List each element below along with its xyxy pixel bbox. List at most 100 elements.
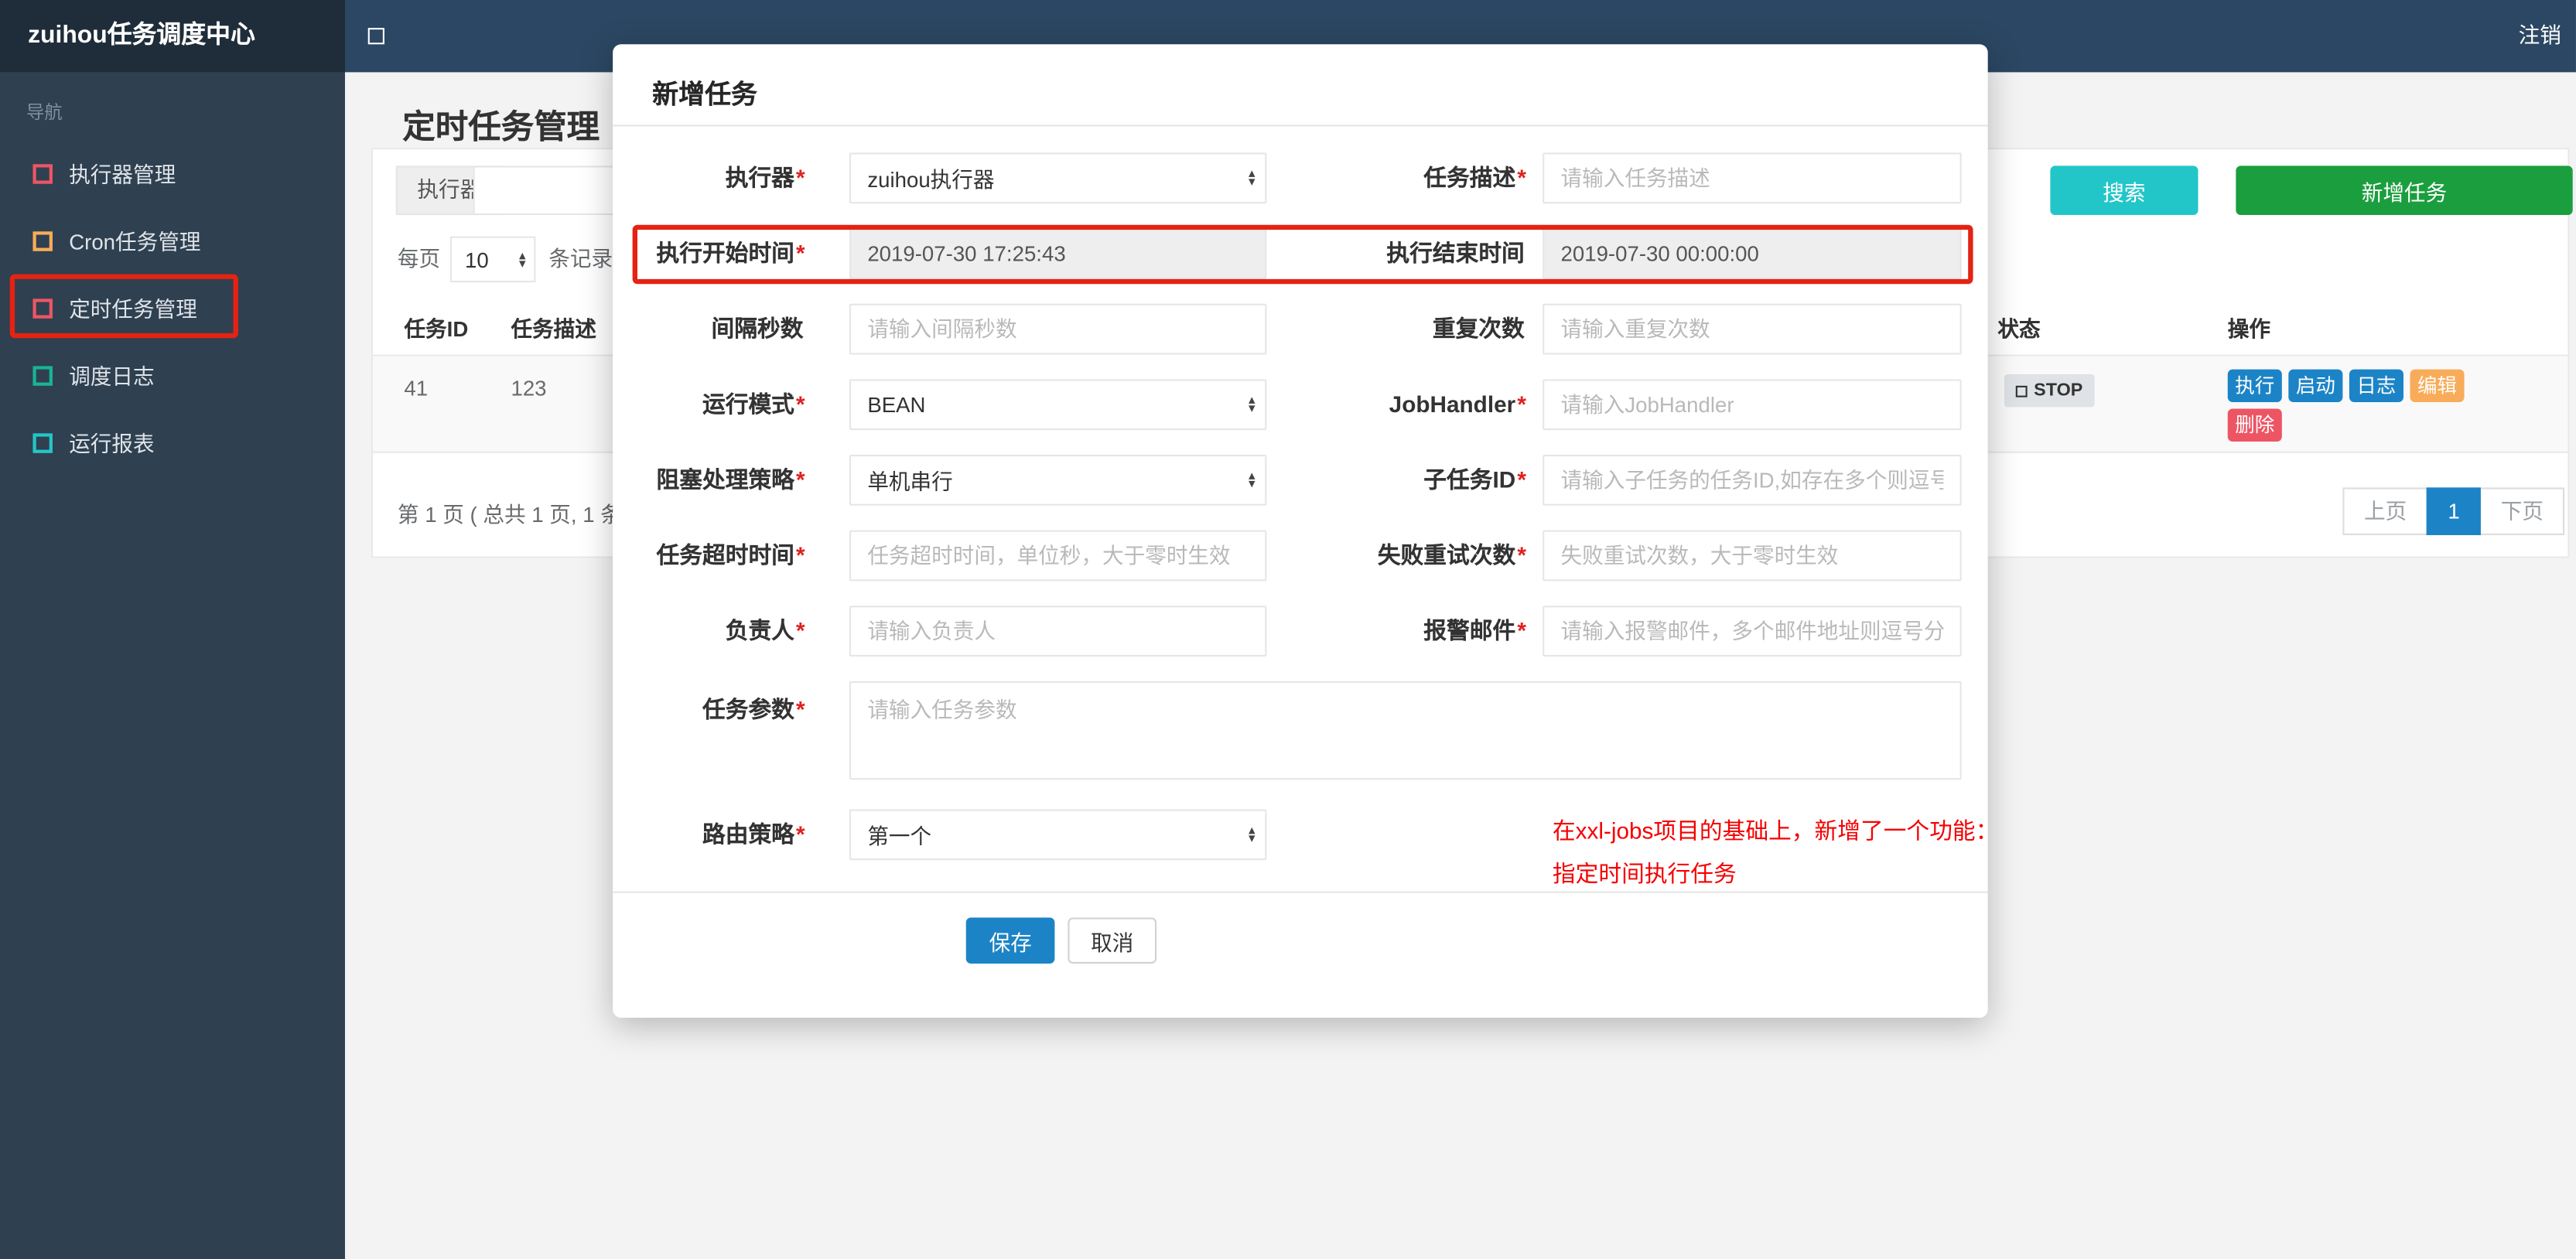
sidebar-item-label: 定时任务管理	[69, 297, 197, 322]
form-row: 任务超时时间* 失败重试次数*	[613, 517, 1988, 593]
owner-input[interactable]	[849, 605, 1267, 656]
add-task-modal: 新增任务 执行器* zuihou执行器 ▴▾ 任务描述* 执行开始时间* 201…	[613, 44, 1988, 1018]
feature-note-line1: 在xxl-jobs项目的基础上，新增了一个功能：	[1552, 817, 1988, 844]
page-title: 定时任务管理	[402, 110, 600, 146]
pagination-page-1[interactable]: 1	[2426, 487, 2482, 535]
sidebar-item-label: 执行器管理	[69, 162, 176, 187]
select-value: zuihou执行器	[867, 166, 995, 192]
feature-note: 在xxl-jobs项目的基础上，新增了一个功能： 指定时间执行任务	[1553, 809, 1988, 894]
jobhandler-input[interactable]	[1543, 378, 1962, 430]
sidebar-nav: 导航 执行器管理 Cron任务管理 定时任务管理 调度日志 运行报表	[0, 72, 345, 1259]
log-button[interactable]: 日志	[2349, 369, 2403, 403]
required-asterisk: *	[1517, 391, 1526, 418]
executor-select[interactable]: zuihou执行器 ▴ ▾	[849, 152, 1267, 203]
field-label-text: JobHandler	[1389, 391, 1516, 418]
task-desc-input[interactable]	[1543, 152, 1962, 203]
start-time-input[interactable]: 2019-07-30 17:25:43	[849, 227, 1267, 278]
alarm-email-input[interactable]	[1543, 605, 1962, 656]
timeout-label: 任务超时时间 *	[652, 538, 805, 571]
retry-count-input[interactable]	[1543, 529, 1962, 581]
sidebar-toggle-icon[interactable]	[367, 28, 384, 45]
required-asterisk: *	[796, 821, 805, 848]
modal-footer: 保存 取消	[613, 891, 1988, 964]
field-label-text: 执行开始时间	[656, 239, 794, 266]
run-mode-select[interactable]: BEAN ▴ ▾	[849, 378, 1267, 430]
col-header-status: 状态	[1997, 316, 2041, 342]
field-label-text: 任务超时时间	[656, 541, 794, 568]
sidebar-section-label: 导航	[26, 103, 63, 124]
pagination-prev[interactable]: 上页	[2342, 487, 2428, 535]
field-label-text: 负责人	[725, 617, 794, 644]
field-label-text: 子任务ID	[1423, 466, 1516, 493]
cancel-button[interactable]: 取消	[1068, 917, 1157, 964]
execute-button[interactable]: 执行	[2227, 369, 2282, 403]
select-caret-icon: ▴ ▾	[1248, 822, 1256, 846]
edit-button[interactable]: 编辑	[2410, 369, 2465, 403]
sidebar-item-cron-task[interactable]: Cron任务管理	[0, 206, 345, 274]
app-root: zuihou任务调度中心 注销 导航 执行器管理 Cron任务管理 定时任务管理…	[0, 0, 2576, 1259]
required-asterisk: *	[796, 695, 805, 722]
task-params-textarea[interactable]	[849, 681, 1962, 780]
col-header-task-id: 任务ID	[404, 316, 469, 342]
field-label-text: 任务描述	[1423, 164, 1516, 191]
field-label-text: 报警邮件	[1423, 617, 1516, 644]
sidebar-item-schedule-log[interactable]: 调度日志	[0, 342, 345, 409]
form-row: 执行开始时间 * 2019-07-30 17:25:43 执行结束时间 2019-…	[613, 215, 1988, 291]
col-header-task-desc: 任务描述	[511, 316, 596, 342]
per-page-prefix-label: 每页	[397, 246, 441, 271]
search-button[interactable]: 搜索	[2050, 165, 2198, 216]
status-stop-badge: STOP	[2004, 374, 2095, 408]
timeout-input[interactable]	[849, 529, 1267, 581]
retry-count-label: 失败重试次数 *	[1266, 538, 1526, 571]
pagination-next[interactable]: 下页	[2479, 487, 2565, 535]
interval-seconds-input[interactable]	[849, 302, 1267, 354]
sidebar-item-label: Cron任务管理	[69, 230, 201, 255]
start-time-label: 执行开始时间 *	[652, 237, 805, 269]
field-label-text: 失败重试次数	[1377, 541, 1516, 568]
repeat-count-input[interactable]	[1543, 302, 1962, 354]
field-label-text: 阻塞处理策略	[656, 466, 794, 493]
logout-link[interactable]: 注销	[2519, 0, 2561, 72]
sidebar-item-run-report[interactable]: 运行报表	[0, 409, 345, 476]
interval-seconds-label: 间隔秒数	[652, 312, 805, 344]
repeat-count-label: 重复次数	[1266, 312, 1526, 344]
field-label-text: 间隔秒数	[711, 315, 804, 342]
feature-note-line2: 指定时间执行任务	[1552, 860, 1737, 887]
select-value: 第一个	[867, 823, 932, 848]
form-row: 负责人* 报警邮件*	[613, 592, 1988, 668]
block-strategy-label: 阻塞处理策略 *	[652, 463, 805, 496]
field-label-text: 任务参数	[702, 695, 794, 722]
block-strategy-select[interactable]: 单机串行 ▴ ▾	[849, 453, 1267, 505]
start-button[interactable]: 启动	[2288, 369, 2343, 403]
child-task-id-label: 子任务ID *	[1266, 463, 1526, 496]
col-header-actions: 操作	[2227, 316, 2270, 342]
required-asterisk: *	[796, 617, 805, 644]
per-page-value: 10	[465, 247, 489, 272]
modal-header: 新增任务	[613, 44, 1988, 127]
pagination: 上页 1 下页	[2342, 487, 2565, 535]
required-asterisk: *	[1517, 541, 1526, 568]
sidebar-item-scheduled-task[interactable]: 定时任务管理	[0, 274, 345, 341]
form-row: 任务参数 *	[613, 668, 1988, 797]
app-brand: zuihou任务调度中心	[0, 0, 345, 73]
sidebar-item-executor-management[interactable]: 执行器管理	[0, 139, 345, 206]
square-outline-icon	[32, 432, 53, 452]
task-desc-label: 任务描述 *	[1266, 161, 1526, 193]
field-label-text: 重复次数	[1432, 315, 1525, 342]
field-label-text: 运行模式	[702, 391, 794, 418]
save-button[interactable]: 保存	[965, 917, 1055, 964]
select-caret-icon: ▴ ▾	[1248, 165, 1256, 189]
select-value: BEAN	[867, 391, 926, 417]
per-page-suffix-label: 条记录	[548, 246, 613, 271]
per-page-select[interactable]: 10 ▴ ▾	[449, 236, 536, 283]
form-row: 执行器 * zuihou执行器 ▴ ▾ 任务描述 *	[613, 139, 1988, 215]
modal-body: 执行器* zuihou执行器 ▴▾ 任务描述* 执行开始时间* 2019-07-…	[613, 126, 1988, 964]
child-task-id-input[interactable]	[1543, 453, 1962, 505]
delete-button[interactable]: 删除	[2227, 408, 2282, 442]
end-time-input[interactable]: 2019-07-30 00:00:00	[1543, 227, 1962, 278]
add-task-button[interactable]: 新增任务	[2236, 165, 2573, 216]
square-outline-icon	[32, 365, 53, 385]
select-caret-icon: ▴ ▾	[1248, 392, 1256, 416]
route-strategy-select[interactable]: 第一个 ▴ ▾	[849, 808, 1267, 860]
route-strategy-label: 路由策略 *	[652, 817, 805, 850]
